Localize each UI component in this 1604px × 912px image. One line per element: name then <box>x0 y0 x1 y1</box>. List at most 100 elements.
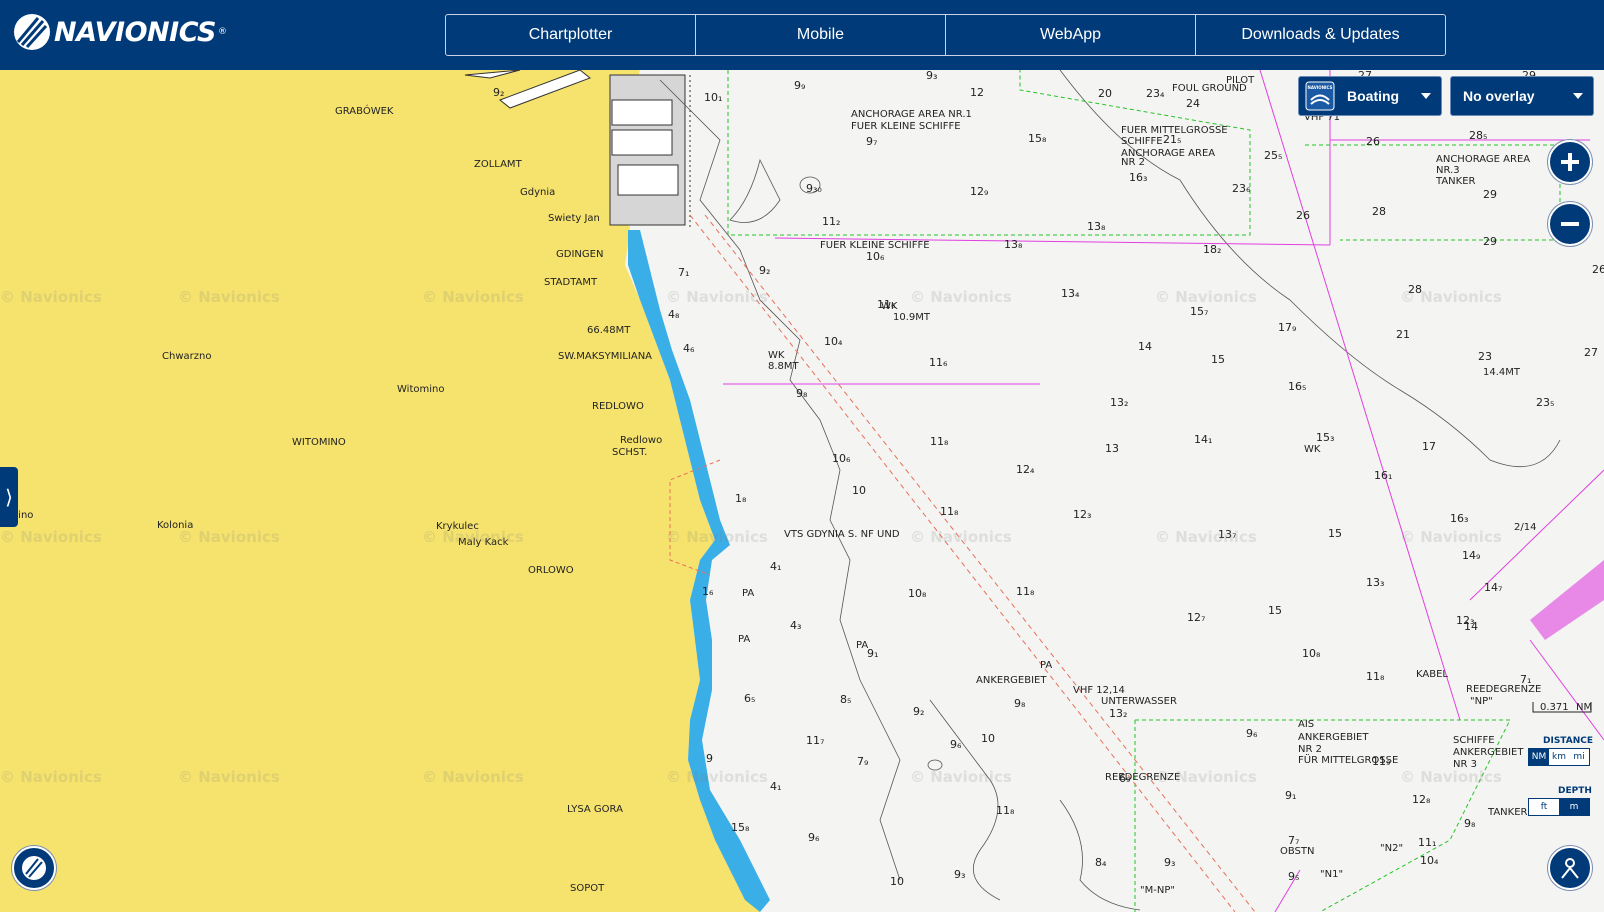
depth-sounding: 9₃ <box>1164 856 1176 869</box>
user-icon <box>1561 858 1579 879</box>
depth-sounding: 9₁ <box>867 647 879 660</box>
land-place-label: Redlowo <box>620 435 663 446</box>
depth-sounding: 10 <box>890 875 904 888</box>
distance-option-km[interactable]: km <box>1549 749 1569 765</box>
chevron-down-icon <box>1573 93 1583 99</box>
depth-unit-selector[interactable]: ft m <box>1528 798 1590 816</box>
sea-feature-label: 14.4MT <box>1483 367 1521 378</box>
depth-sounding: 12 <box>970 86 984 99</box>
distance-unit-selector[interactable]: NM km mi <box>1528 748 1590 766</box>
sea-feature-label: 8.8MT <box>768 361 799 372</box>
tab-downloads-updates[interactable]: Downloads & Updates <box>1196 15 1445 55</box>
distance-option-nm[interactable]: NM <box>1529 749 1549 765</box>
navionics-watermark: © Navionics <box>1400 288 1502 306</box>
depth-sounding: 28₅ <box>1469 129 1488 142</box>
land-place-label: Witomino <box>397 384 445 395</box>
depth-sounding: 11₁ <box>1418 836 1437 849</box>
depth-sounding: 12₃ <box>1073 508 1092 521</box>
land-place-label: LYSA GORA <box>567 804 623 815</box>
navionics-watermark: © Navionics <box>910 768 1012 786</box>
chevron-right-icon: ⟩ <box>5 485 13 509</box>
navionics-watermark: © Navionics <box>666 288 768 306</box>
depth-sounding: 1₆ <box>702 585 714 598</box>
sea-feature-label: SCHIFFE <box>1121 136 1163 147</box>
depth-sounding: 11₂ <box>822 215 841 228</box>
sea-feature-label: UNTERWASSER <box>1101 696 1177 707</box>
depth-sounding: 26 <box>1366 135 1380 148</box>
pier-4 <box>617 164 679 196</box>
mode-dropdown[interactable]: NAVIONICS Boating <box>1298 76 1442 116</box>
depth-sounding: 12₇ <box>1187 611 1206 624</box>
depth-sounding: 29 <box>1483 188 1497 201</box>
sidebar-toggle-button[interactable]: ⟩ <box>0 467 18 527</box>
depth-sounding: 8₄ <box>1095 856 1107 869</box>
sea-feature-label: ANKERGEBIET <box>1453 747 1524 758</box>
navionics-watermark: © Navionics <box>178 528 280 546</box>
depth-sounding: 13 <box>1105 442 1119 455</box>
depth-sounding: 27 <box>1584 346 1598 359</box>
depth-sounding: 4₁ <box>770 780 782 793</box>
sea-feature-label: ANKERGEBIET <box>976 675 1047 686</box>
sea-feature-label: SCHIFFE <box>1453 735 1495 746</box>
depth-sounding: 20 <box>1098 87 1112 100</box>
sea-feature-label: VHF 12,14 <box>1073 685 1125 696</box>
depth-sounding: 15₈ <box>731 821 750 834</box>
depth-sounding: 21 <box>1396 328 1410 341</box>
overlay-dropdown[interactable]: No overlay <box>1450 76 1594 116</box>
depth-sounding: 15 <box>1328 527 1342 540</box>
navionics-watermark: © Navionics <box>910 528 1012 546</box>
sea-feature-label: "N1" <box>1320 869 1344 880</box>
depth-sounding: 11₆ <box>877 298 896 311</box>
sea-feature-label: NR 2 <box>1121 157 1145 168</box>
land-place-label: SOPOT <box>570 883 605 894</box>
navionics-watermark: © Navionics <box>666 528 768 546</box>
depth-sounding: 12₄ <box>1016 463 1035 476</box>
navionics-logo[interactable]: NAVIONICS ® <box>12 12 227 52</box>
sea-feature-label: PILOT <box>1226 75 1255 86</box>
depth-sounding: 10₈ <box>908 587 927 600</box>
depth-sounding: 10₄ <box>824 335 843 348</box>
sea-feature-label: WK <box>768 350 785 361</box>
depth-sounding: 12₉ <box>970 185 989 198</box>
depth-sounding: 14₉ <box>1462 549 1481 562</box>
depth-sounding: 9₃₀ <box>806 182 822 195</box>
compass-button[interactable] <box>12 846 56 890</box>
depth-sounding: 9₂ <box>759 264 771 277</box>
land-place-label: Gdynia <box>520 187 556 198</box>
product-tabs: Chartplotter Mobile WebApp Downloads & U… <box>445 14 1446 56</box>
nautical-chart[interactable]: GRABÓWEK ZOLLAMT Gdynia Swiety Jan GDINGEN ST… <box>0 70 1604 912</box>
depth-sounding: 26 <box>1296 209 1310 222</box>
sea-feature-label: 2/14 <box>1514 522 1537 533</box>
land-place-label: REDLOWO <box>592 401 644 412</box>
depth-sounding: 23₅ <box>1536 396 1555 409</box>
plus-icon <box>1561 153 1579 171</box>
zoom-out-button[interactable] <box>1548 202 1592 246</box>
navionics-watermark: © Navionics <box>422 288 524 306</box>
depth-option-m[interactable]: m <box>1559 799 1589 815</box>
sea-feature-label: ANKERGEBIET <box>1298 732 1369 743</box>
tab-mobile[interactable]: Mobile <box>696 15 946 55</box>
depth-option-ft[interactable]: ft <box>1529 799 1559 815</box>
pier-2 <box>611 99 673 126</box>
tab-webapp[interactable]: WebApp <box>946 15 1196 55</box>
zoom-in-button[interactable] <box>1548 140 1592 184</box>
tab-chartplotter[interactable]: Chartplotter <box>446 15 696 55</box>
depth-sounding: 11₉ <box>1372 755 1391 768</box>
land-place-label: GDINGEN <box>556 249 604 260</box>
sea-feature-label: FUER KLEINE SCHIFFE <box>851 121 961 132</box>
depth-sounding: 23₄ <box>1146 87 1165 100</box>
sea-feature-label: OBSTN <box>1280 846 1315 857</box>
depth-sounding: 17₉ <box>1278 321 1297 334</box>
depth-sounding: 13₂ <box>1109 707 1128 720</box>
depth-sounding: 11₇ <box>806 734 825 747</box>
depth-sounding: 24 <box>1186 97 1200 110</box>
distance-option-mi[interactable]: mi <box>1569 749 1589 765</box>
depth-sounding: 25₅ <box>1264 149 1283 162</box>
depth-sounding: 9₃ <box>954 868 966 881</box>
sea-feature-label: VTS GDYNIA S. NF UND <box>784 529 900 540</box>
depth-sounding: 14 <box>1464 620 1478 633</box>
account-button[interactable] <box>1548 846 1592 890</box>
depth-sounding: 15₇ <box>1190 305 1209 318</box>
depth-sounding: 16₁ <box>1374 469 1393 482</box>
land-place-label: SW.MAKSYMILIANA <box>558 351 653 362</box>
